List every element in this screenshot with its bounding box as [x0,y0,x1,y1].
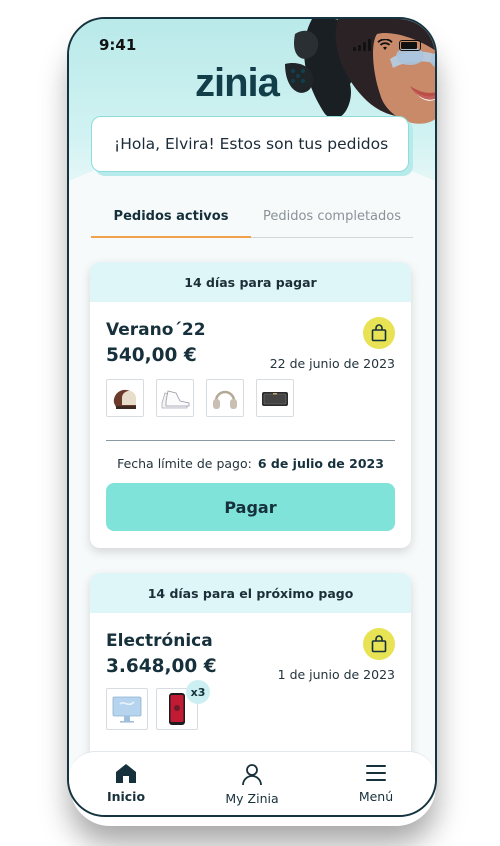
order-amount: 540,00 € [106,345,197,366]
product-thumbnail[interactable] [156,379,194,417]
deadline-label: Fecha límite de pago: [117,456,252,471]
product-thumbnail[interactable] [206,379,244,417]
nav-label-inicio: Inicio [106,789,146,804]
product-thumbnail[interactable] [106,379,144,417]
tab-completed-orders[interactable]: Pedidos completados [251,209,413,236]
sneakers-icon [161,390,190,409]
menu-icon [366,765,386,781]
greeting-card: ¡Hola, Elvira! Estos son tus pedidos [91,116,409,172]
order-card-header: 14 días para pagar [90,262,411,302]
nav-label-my-zinia: My Zinia [225,791,279,806]
shopping-bag-icon [371,324,387,342]
zinia-logo: zinia [195,61,280,105]
nav-item-menu[interactable]: Menú [326,762,426,804]
product-thumbnail[interactable] [256,379,294,417]
headphones-icon [213,390,237,409]
user-icon [242,764,262,786]
payment-deadline: Fecha límite de pago: 6 de julio de 2023 [90,456,411,471]
nav-item-inicio[interactable]: Inicio [76,762,176,804]
phone-screen: 9:41 zinia ¡Hola, Elvira! Estos son tus … [67,17,437,817]
status-icons [353,39,421,51]
product-thumbnail[interactable] [106,688,148,730]
phone-icon [169,693,185,725]
order-card[interactable]: 14 días para el próximo pago Electrónica… [90,573,411,773]
card-divider [106,440,395,441]
logo-sparkle-icon [290,68,306,84]
pay-button[interactable]: Pagar [106,483,395,531]
shopping-bag-icon [371,635,387,653]
status-time: 9:41 [99,36,137,54]
signal-icon [353,39,371,51]
nav-item-my-zinia[interactable]: My Zinia [202,762,302,806]
tab-active-orders[interactable]: Pedidos activos [91,209,251,238]
order-date: 1 de junio de 2023 [277,667,395,682]
order-name: Verano´22 [106,320,206,340]
speaker-icon [262,392,288,406]
monitor-icon [112,696,142,723]
shopping-bag-button[interactable] [363,628,395,660]
order-card-header: 14 días para el próximo pago [90,573,411,613]
bottom-navigation: Inicio My Zinia Menú [69,751,435,815]
helmet-icon [113,389,137,409]
order-name: Electrónica [106,631,213,651]
home-icon [116,764,136,783]
order-amount: 3.648,00 € [106,656,217,677]
order-card[interactable]: 14 días para pagar Verano´22 540,00 € 22… [90,262,411,548]
order-tabs: Pedidos activos Pedidos completados [91,209,413,238]
nav-label-menu: Menú [358,789,394,804]
wifi-icon [377,39,393,50]
quantity-badge: x3 [186,680,210,704]
battery-icon [399,40,421,51]
order-date: 22 de junio de 2023 [269,356,395,371]
deadline-value: 6 de julio de 2023 [257,456,384,471]
shopping-bag-button[interactable] [363,317,395,349]
